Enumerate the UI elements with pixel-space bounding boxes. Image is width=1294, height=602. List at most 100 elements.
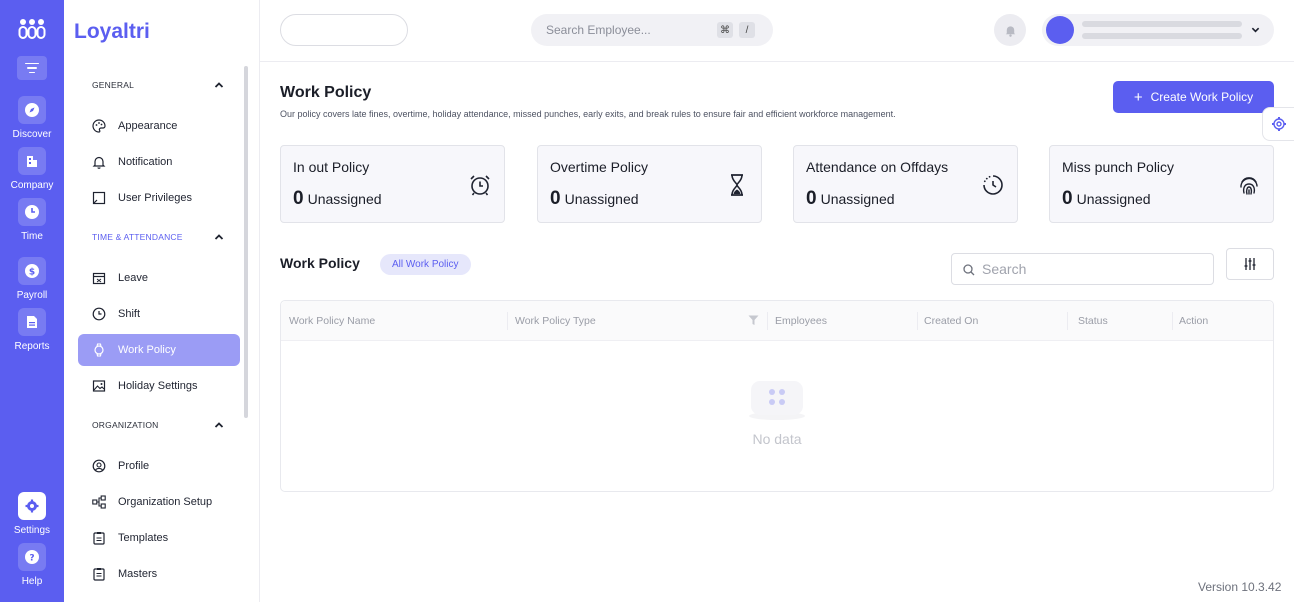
section-header-organization[interactable]: ORGANIZATION [92, 420, 224, 430]
empty-state-text: No data [752, 431, 802, 447]
image-icon [92, 379, 106, 393]
list-title: Work Policy [280, 255, 360, 271]
customize-settings-button[interactable] [1262, 107, 1294, 141]
chevron-up-icon [214, 422, 224, 428]
sidebar-item-masters[interactable]: Masters [78, 558, 240, 590]
user-role-placeholder [1082, 33, 1242, 39]
column-header-action[interactable]: Action [1179, 301, 1208, 341]
rail-item-help[interactable]: ? Help [0, 543, 64, 587]
company-selector[interactable] [280, 14, 408, 46]
sidebar-item-label: Appearance [118, 120, 178, 132]
alarm-clock-icon [470, 175, 490, 196]
rail-label: Discover [12, 129, 52, 140]
svg-text:?: ? [29, 554, 34, 564]
create-work-policy-button[interactable]: + Create Work Policy [1113, 81, 1274, 113]
section-title: ORGANIZATION [92, 420, 159, 430]
sidebar-item-shift[interactable]: Shift [78, 298, 240, 330]
sidebar-item-templates[interactable]: Templates [78, 522, 240, 554]
top-bar: Search Employee... ⌘ / [260, 0, 1294, 62]
column-header-type[interactable]: Work Policy Type [515, 301, 596, 341]
calendar-icon [92, 271, 106, 285]
rail-item-time[interactable]: Time [0, 198, 64, 242]
card-count: 0 Unassigned [293, 188, 382, 209]
hierarchy-icon [92, 495, 106, 509]
sidebar-item-appearance[interactable]: Appearance [78, 110, 240, 142]
button-label: Create Work Policy [1150, 90, 1254, 104]
sidebar-item-label: Leave [118, 272, 148, 284]
slash-key: / [739, 22, 755, 38]
card-count: 0 Unassigned [1062, 188, 1151, 209]
section-header-general[interactable]: GENERAL [92, 80, 224, 90]
sidebar-item-holiday-settings[interactable]: Holiday Settings [78, 370, 240, 402]
card-count: 0 Unassigned [550, 188, 639, 209]
sidebar-item-profile[interactable]: Profile [78, 450, 240, 482]
svg-text:$: $ [29, 268, 35, 278]
search-placeholder: Search Employee... [546, 23, 651, 37]
policy-card-offdays[interactable]: Attendance on Offdays 0 Unassigned [793, 145, 1018, 223]
rail-item-reports[interactable]: Reports [0, 308, 64, 352]
page-subtitle: Our policy covers late fines, overtime, … [280, 109, 896, 119]
bell-icon [92, 155, 106, 169]
sliders-icon [1244, 258, 1256, 270]
page-title: Work Policy [280, 84, 372, 101]
sidebar-item-work-policy[interactable]: Work Policy [78, 334, 240, 366]
hourglass-icon [731, 174, 743, 196]
palette-icon [92, 119, 106, 133]
settings-sidebar: Loyaltri GENERAL Appearance Notification… [64, 0, 260, 602]
user-circle-icon [92, 459, 106, 473]
empty-state: No data [721, 381, 833, 447]
menu-toggle-button[interactable] [17, 56, 47, 80]
rail-item-payroll[interactable]: $ Payroll [0, 257, 64, 301]
card-title: Attendance on Offdays [806, 159, 949, 175]
sidebar-item-leave[interactable]: Leave [78, 262, 240, 294]
policy-card-miss-punch[interactable]: Miss punch Policy 0 Unassigned [1049, 145, 1274, 223]
user-menu[interactable] [1042, 14, 1274, 46]
app-logo-icon[interactable] [18, 18, 46, 40]
column-header-name[interactable]: Work Policy Name [289, 301, 375, 341]
sidebar-item-label: Organization Setup [118, 496, 213, 508]
sidebar-item-label: Shift [118, 308, 141, 320]
rail-label: Time [21, 231, 43, 242]
app-root: Discover Company Time $ Payroll Reports [0, 0, 1294, 602]
policy-card-in-out[interactable]: In out Policy 0 Unassigned [280, 145, 505, 223]
filter-settings-button[interactable] [1226, 248, 1274, 280]
column-header-created-on[interactable]: Created On [924, 301, 978, 341]
card-title: In out Policy [293, 159, 370, 175]
policy-card-overtime[interactable]: Overtime Policy 0 Unassigned [537, 145, 762, 223]
user-name-placeholder [1082, 21, 1242, 27]
empty-box-icon [749, 381, 805, 420]
sidebar-item-organization-setup[interactable]: Organization Setup [78, 486, 240, 518]
search-placeholder: Search [982, 261, 1027, 277]
column-header-status[interactable]: Status [1078, 301, 1108, 341]
sidebar-item-label: User Privileges [118, 192, 192, 204]
rail-item-settings[interactable]: Settings [0, 492, 64, 536]
sidebar-item-label: Holiday Settings [118, 380, 198, 392]
rail-item-company[interactable]: Company [0, 147, 64, 191]
clipboard-icon [92, 531, 106, 545]
rail-label: Help [21, 576, 43, 587]
sidebar-item-user-privileges[interactable]: User Privileges [78, 182, 240, 214]
sidebar-item-label: Work Policy [118, 344, 176, 356]
sidebar-scrollbar[interactable] [244, 66, 248, 418]
card-title: Miss punch Policy [1062, 159, 1175, 175]
clock-icon [18, 198, 46, 226]
rail-label: Reports [14, 341, 50, 352]
filter-funnel-icon[interactable] [748, 315, 759, 326]
clipboard-list-icon [92, 567, 106, 581]
command-key: ⌘ [717, 22, 733, 38]
watch-icon [92, 343, 106, 357]
brand-name: Loyaltri [74, 20, 150, 43]
rail-label: Settings [13, 525, 51, 536]
sidebar-item-notification[interactable]: Notification [78, 146, 240, 178]
column-header-employees[interactable]: Employees [775, 301, 827, 341]
sidebar-item-label: Templates [118, 532, 169, 544]
notification-bell-button[interactable] [994, 14, 1026, 46]
section-header-time-attendance[interactable]: TIME & ATTENDANCE [92, 232, 224, 242]
bell-icon [1005, 25, 1015, 37]
filter-tag-all[interactable]: All Work Policy [380, 254, 471, 275]
clock-icon [92, 307, 106, 321]
employee-search-input[interactable]: Search Employee... ⌘ / [531, 14, 773, 46]
chevron-up-icon [214, 234, 224, 240]
rail-item-discover[interactable]: Discover [0, 96, 64, 140]
policy-search-input[interactable]: Search [951, 253, 1214, 285]
